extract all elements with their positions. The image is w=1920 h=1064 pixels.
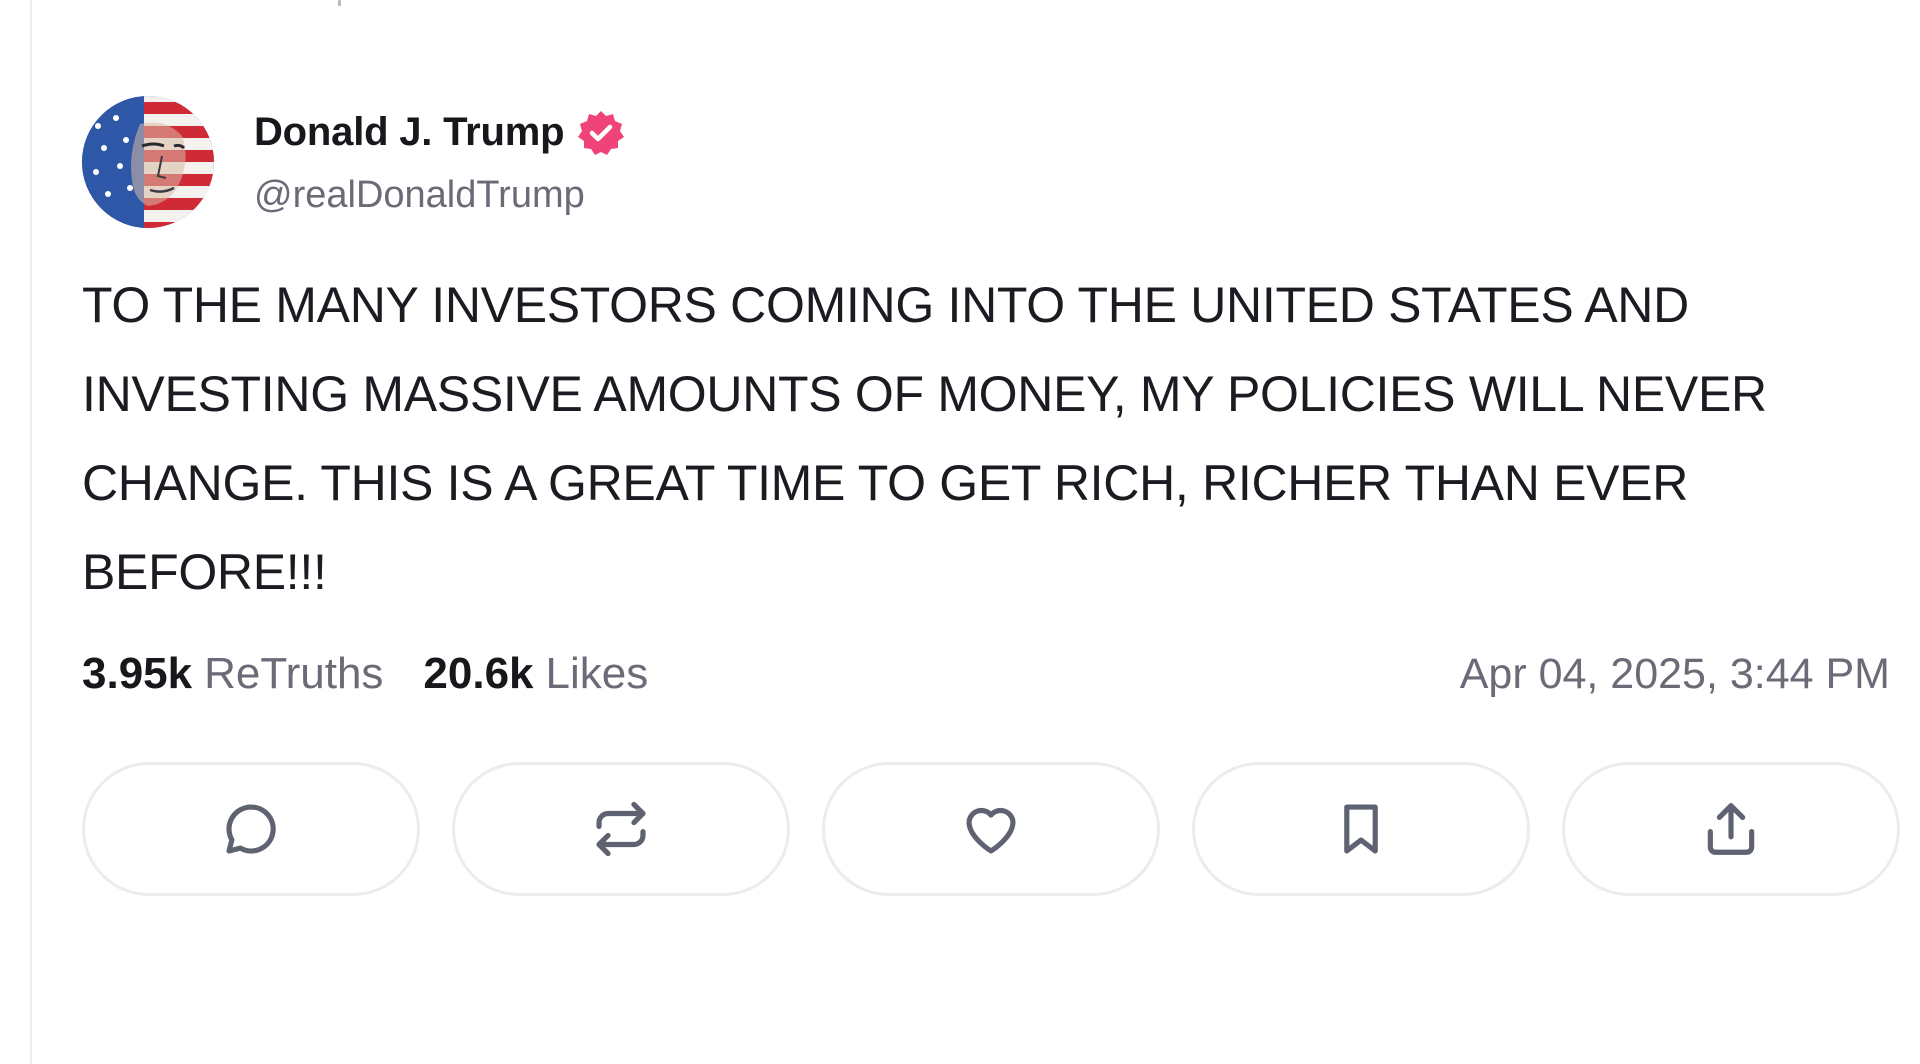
truth-post: Donald J. Trump @realDonaldTrump TO THE … — [82, 95, 1900, 896]
reply-button[interactable] — [82, 762, 420, 896]
share-icon — [1707, 803, 1755, 855]
column-divider — [30, 0, 32, 1064]
bookmark-icon — [1344, 804, 1378, 854]
post-page: Donald J. Trump @realDonaldTrump TO THE … — [0, 0, 1920, 1064]
verified-badge-icon — [576, 108, 626, 158]
retruths-label[interactable]: ReTruths — [204, 649, 383, 699]
share-button[interactable] — [1562, 762, 1900, 896]
post-action-bar — [82, 762, 1904, 896]
author-block: Donald J. Trump @realDonaldTrump — [254, 108, 626, 217]
post-text: TO THE MANY INVESTORS COMING INTO THE UN… — [82, 277, 1767, 600]
post-stats: 3.95k ReTruths 20.6k Likes Apr 04, 2025,… — [82, 644, 1890, 704]
heart-icon — [966, 807, 1016, 854]
post-header: Donald J. Trump @realDonaldTrump — [82, 95, 1892, 229]
like-button[interactable] — [822, 762, 1160, 896]
author-handle[interactable]: @realDonaldTrump — [254, 174, 626, 217]
comment-icon — [226, 804, 276, 854]
likes-label[interactable]: Likes — [546, 649, 649, 699]
retruth-button[interactable] — [452, 762, 790, 896]
likes-count[interactable]: 20.6k — [423, 649, 533, 699]
post-timestamp: Apr 04, 2025, 3:44 PM — [1459, 649, 1890, 698]
retruth-icon — [596, 801, 646, 857]
avatar[interactable] — [82, 96, 214, 228]
previous-item-edge — [338, 0, 341, 6]
avatar-image — [82, 96, 214, 228]
author-name-row: Donald J. Trump — [254, 108, 626, 158]
author-display-name[interactable]: Donald J. Trump — [254, 110, 565, 155]
bookmark-button[interactable] — [1192, 762, 1530, 896]
retruths-count[interactable]: 3.95k — [82, 649, 192, 699]
